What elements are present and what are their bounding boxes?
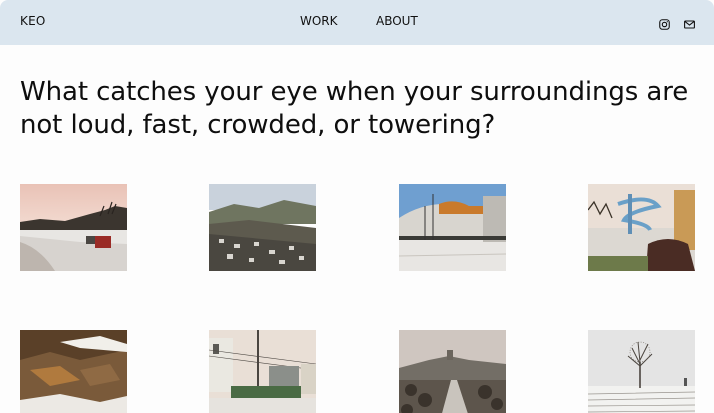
photo-water-slide[interactable] xyxy=(588,184,695,271)
photo-town-overlook[interactable] xyxy=(399,330,506,413)
instagram-icon[interactable] xyxy=(659,15,670,30)
page: KEO WORK ABOUT What catches your eye whe… xyxy=(0,0,714,413)
photo-snowy-lakeshore[interactable] xyxy=(20,184,127,271)
mail-icon[interactable] xyxy=(684,15,695,29)
page-headline: What catches your eye when your surround… xyxy=(20,77,689,140)
brand-logo-link[interactable]: KEO xyxy=(20,14,46,28)
photo-lone-tree-snow-field[interactable] xyxy=(588,330,695,413)
photo-quonset-building[interactable] xyxy=(399,184,506,271)
photo-hillside-town[interactable] xyxy=(209,184,316,271)
nav-link-about[interactable]: ABOUT xyxy=(376,14,418,28)
top-navigation-bar: KEO WORK ABOUT xyxy=(0,0,714,45)
nav-link-work[interactable]: WORK xyxy=(300,14,338,28)
photo-rock-cliff[interactable] xyxy=(20,330,127,413)
photo-houses-power-lines[interactable] xyxy=(209,330,316,413)
